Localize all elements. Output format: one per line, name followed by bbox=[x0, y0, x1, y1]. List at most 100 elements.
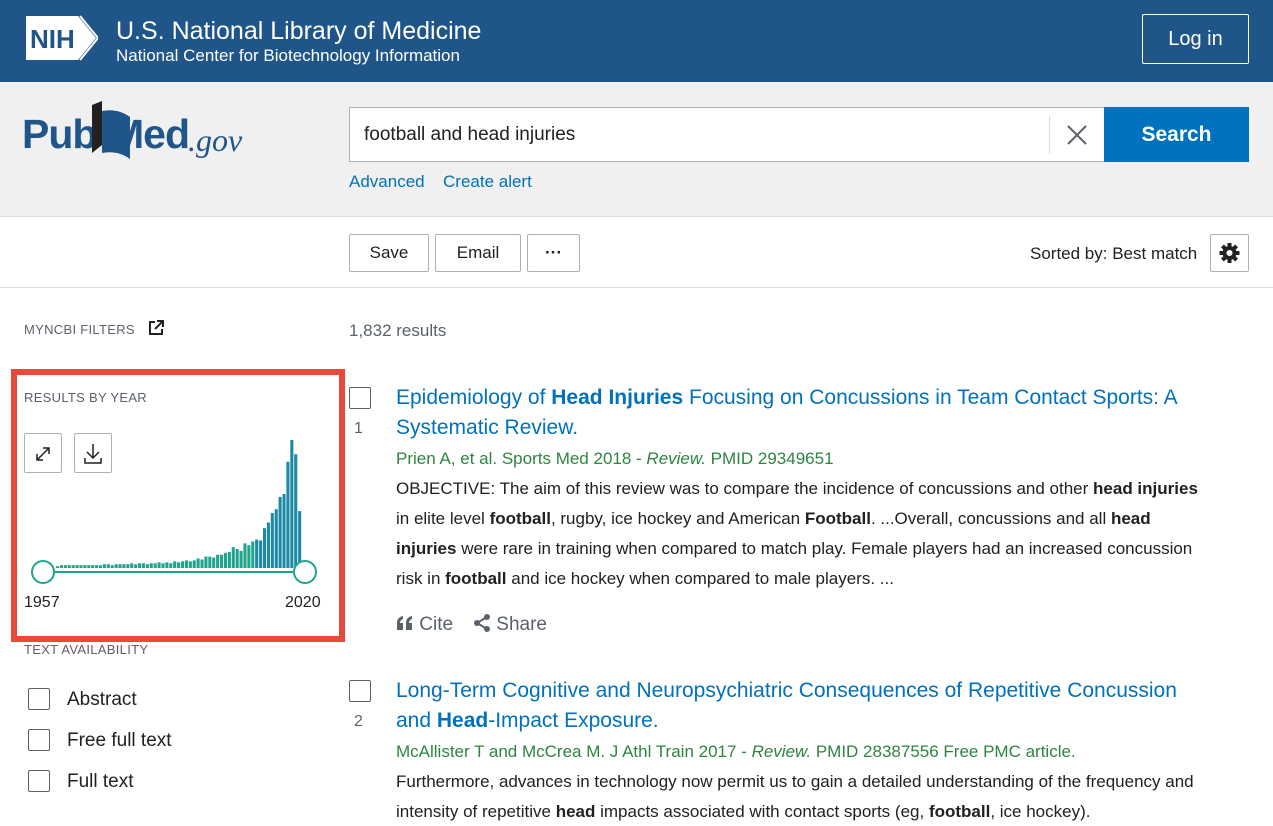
create-alert-link[interactable]: Create alert bbox=[443, 171, 532, 193]
sort-label[interactable]: Sorted by: Best match bbox=[1030, 243, 1197, 265]
share-button[interactable]: Share bbox=[473, 613, 547, 637]
quote-icon bbox=[397, 616, 412, 630]
year-bar[interactable] bbox=[122, 564, 126, 568]
year-bar[interactable] bbox=[266, 522, 270, 568]
year-bar[interactable] bbox=[235, 549, 239, 568]
search-box bbox=[349, 107, 1105, 162]
year-bar[interactable] bbox=[192, 560, 196, 568]
year-bar[interactable] bbox=[95, 565, 99, 568]
result-title-link[interactable]: Epidemiology of Head Injuries Focusing o… bbox=[396, 383, 1216, 443]
year-bar[interactable] bbox=[169, 563, 173, 568]
logo-gov: .gov bbox=[188, 122, 243, 158]
year-end-label: 2020 bbox=[285, 594, 321, 611]
year-bar[interactable] bbox=[130, 563, 134, 568]
cite-button[interactable]: Cite bbox=[396, 613, 453, 637]
year-bar[interactable] bbox=[59, 565, 63, 568]
year-start-label: 1957 bbox=[24, 594, 60, 611]
year-bar[interactable] bbox=[56, 566, 60, 568]
search-button[interactable]: Search bbox=[1104, 107, 1249, 162]
abstract-checkbox[interactable] bbox=[28, 688, 50, 710]
year-bar[interactable] bbox=[255, 539, 259, 568]
year-bar[interactable] bbox=[173, 561, 177, 568]
year-bar[interactable] bbox=[200, 559, 204, 568]
year-bar[interactable] bbox=[141, 563, 145, 568]
year-bar[interactable] bbox=[149, 563, 153, 568]
email-button[interactable]: Email bbox=[435, 234, 521, 272]
year-bar[interactable] bbox=[98, 565, 103, 568]
year-bar[interactable] bbox=[67, 565, 71, 568]
logo-pub: Pub bbox=[22, 111, 97, 157]
year-bar[interactable] bbox=[259, 540, 263, 569]
year-bar[interactable] bbox=[184, 560, 188, 568]
full-text-checkbox[interactable] bbox=[28, 770, 50, 792]
year-bar[interactable] bbox=[286, 461, 290, 568]
year-bar[interactable] bbox=[118, 564, 122, 568]
year-bar[interactable] bbox=[282, 494, 286, 568]
more-actions-button[interactable]: ··· bbox=[527, 234, 580, 272]
nih-subtitle[interactable]: National Center for Biotechnology Inform… bbox=[116, 45, 460, 67]
year-bar[interactable] bbox=[138, 563, 142, 568]
year-bar[interactable] bbox=[298, 511, 302, 568]
year-bar[interactable] bbox=[294, 454, 298, 568]
year-bar[interactable] bbox=[274, 509, 278, 568]
year-bar[interactable] bbox=[87, 565, 91, 568]
year-bar[interactable] bbox=[251, 541, 255, 568]
year-bar[interactable] bbox=[145, 564, 149, 568]
myncbi-filters-heading: MYNCBI FILTERS bbox=[24, 322, 135, 337]
year-bar[interactable] bbox=[102, 564, 106, 568]
year-bar[interactable] bbox=[75, 565, 79, 568]
year-bar[interactable] bbox=[247, 545, 251, 568]
year-bar[interactable] bbox=[106, 564, 110, 568]
year-bar[interactable] bbox=[227, 551, 231, 568]
year-bar[interactable] bbox=[157, 562, 161, 568]
year-bar[interactable] bbox=[278, 496, 282, 568]
year-bar[interactable] bbox=[239, 550, 243, 568]
year-bar[interactable] bbox=[188, 561, 192, 568]
year-bar[interactable] bbox=[231, 547, 235, 568]
result-checkbox[interactable] bbox=[349, 680, 371, 702]
year-bar[interactable] bbox=[212, 557, 216, 568]
year-bar[interactable] bbox=[290, 440, 294, 568]
year-bar[interactable] bbox=[110, 565, 114, 568]
toolbar-divider bbox=[0, 287, 1273, 288]
year-bar[interactable] bbox=[126, 564, 130, 568]
year-bar[interactable] bbox=[204, 556, 208, 568]
year-bar[interactable] bbox=[196, 558, 200, 568]
year-bar[interactable] bbox=[83, 565, 87, 568]
year-bar[interactable] bbox=[91, 565, 95, 568]
filter-label: Full text bbox=[67, 771, 134, 792]
result-title-link[interactable]: Long-Term Cognitive and Neuropsychiatric… bbox=[396, 676, 1216, 736]
year-bar[interactable] bbox=[262, 528, 267, 568]
year-bar[interactable] bbox=[161, 563, 165, 568]
save-button[interactable]: Save bbox=[349, 234, 429, 272]
year-start-handle[interactable] bbox=[31, 560, 55, 584]
year-bar[interactable] bbox=[71, 565, 75, 568]
year-bar[interactable] bbox=[63, 565, 67, 568]
external-link-icon[interactable] bbox=[148, 320, 164, 336]
year-bar[interactable] bbox=[165, 562, 169, 568]
year-bar[interactable] bbox=[134, 564, 138, 568]
year-end-handle[interactable] bbox=[293, 560, 317, 584]
free-full-text-checkbox[interactable] bbox=[28, 729, 50, 751]
year-bar[interactable] bbox=[270, 513, 274, 568]
result-checkbox[interactable] bbox=[349, 387, 371, 409]
year-bar[interactable] bbox=[79, 565, 83, 568]
year-bar[interactable] bbox=[216, 554, 220, 568]
results-by-year-chart[interactable] bbox=[24, 430, 324, 590]
year-bar[interactable] bbox=[177, 562, 181, 568]
year-bar[interactable] bbox=[208, 556, 212, 568]
results-count: 1,832 results bbox=[349, 321, 447, 340]
year-bar[interactable] bbox=[243, 543, 247, 568]
year-bar[interactable] bbox=[180, 561, 185, 568]
clear-icon[interactable] bbox=[1062, 120, 1092, 150]
nih-logo[interactable]: NIH bbox=[24, 14, 98, 62]
advanced-link[interactable]: Advanced bbox=[349, 171, 425, 193]
year-bar[interactable] bbox=[223, 552, 227, 568]
year-bar[interactable] bbox=[220, 554, 224, 568]
year-bar[interactable] bbox=[114, 564, 118, 568]
login-button[interactable]: Log in bbox=[1142, 14, 1249, 64]
display-options-button[interactable] bbox=[1210, 234, 1249, 272]
search-input[interactable] bbox=[364, 108, 1044, 161]
nih-title[interactable]: U.S. National Library of Medicine bbox=[116, 17, 481, 45]
year-bar[interactable] bbox=[153, 563, 157, 568]
